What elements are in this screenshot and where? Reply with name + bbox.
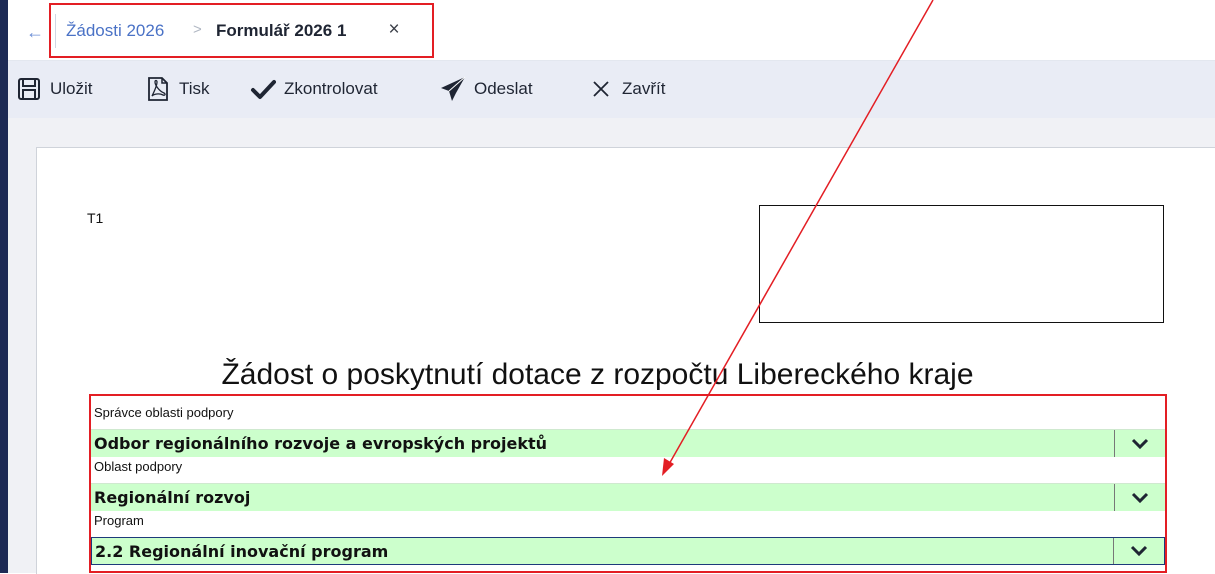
annotation-arrow-icon xyxy=(662,0,934,476)
